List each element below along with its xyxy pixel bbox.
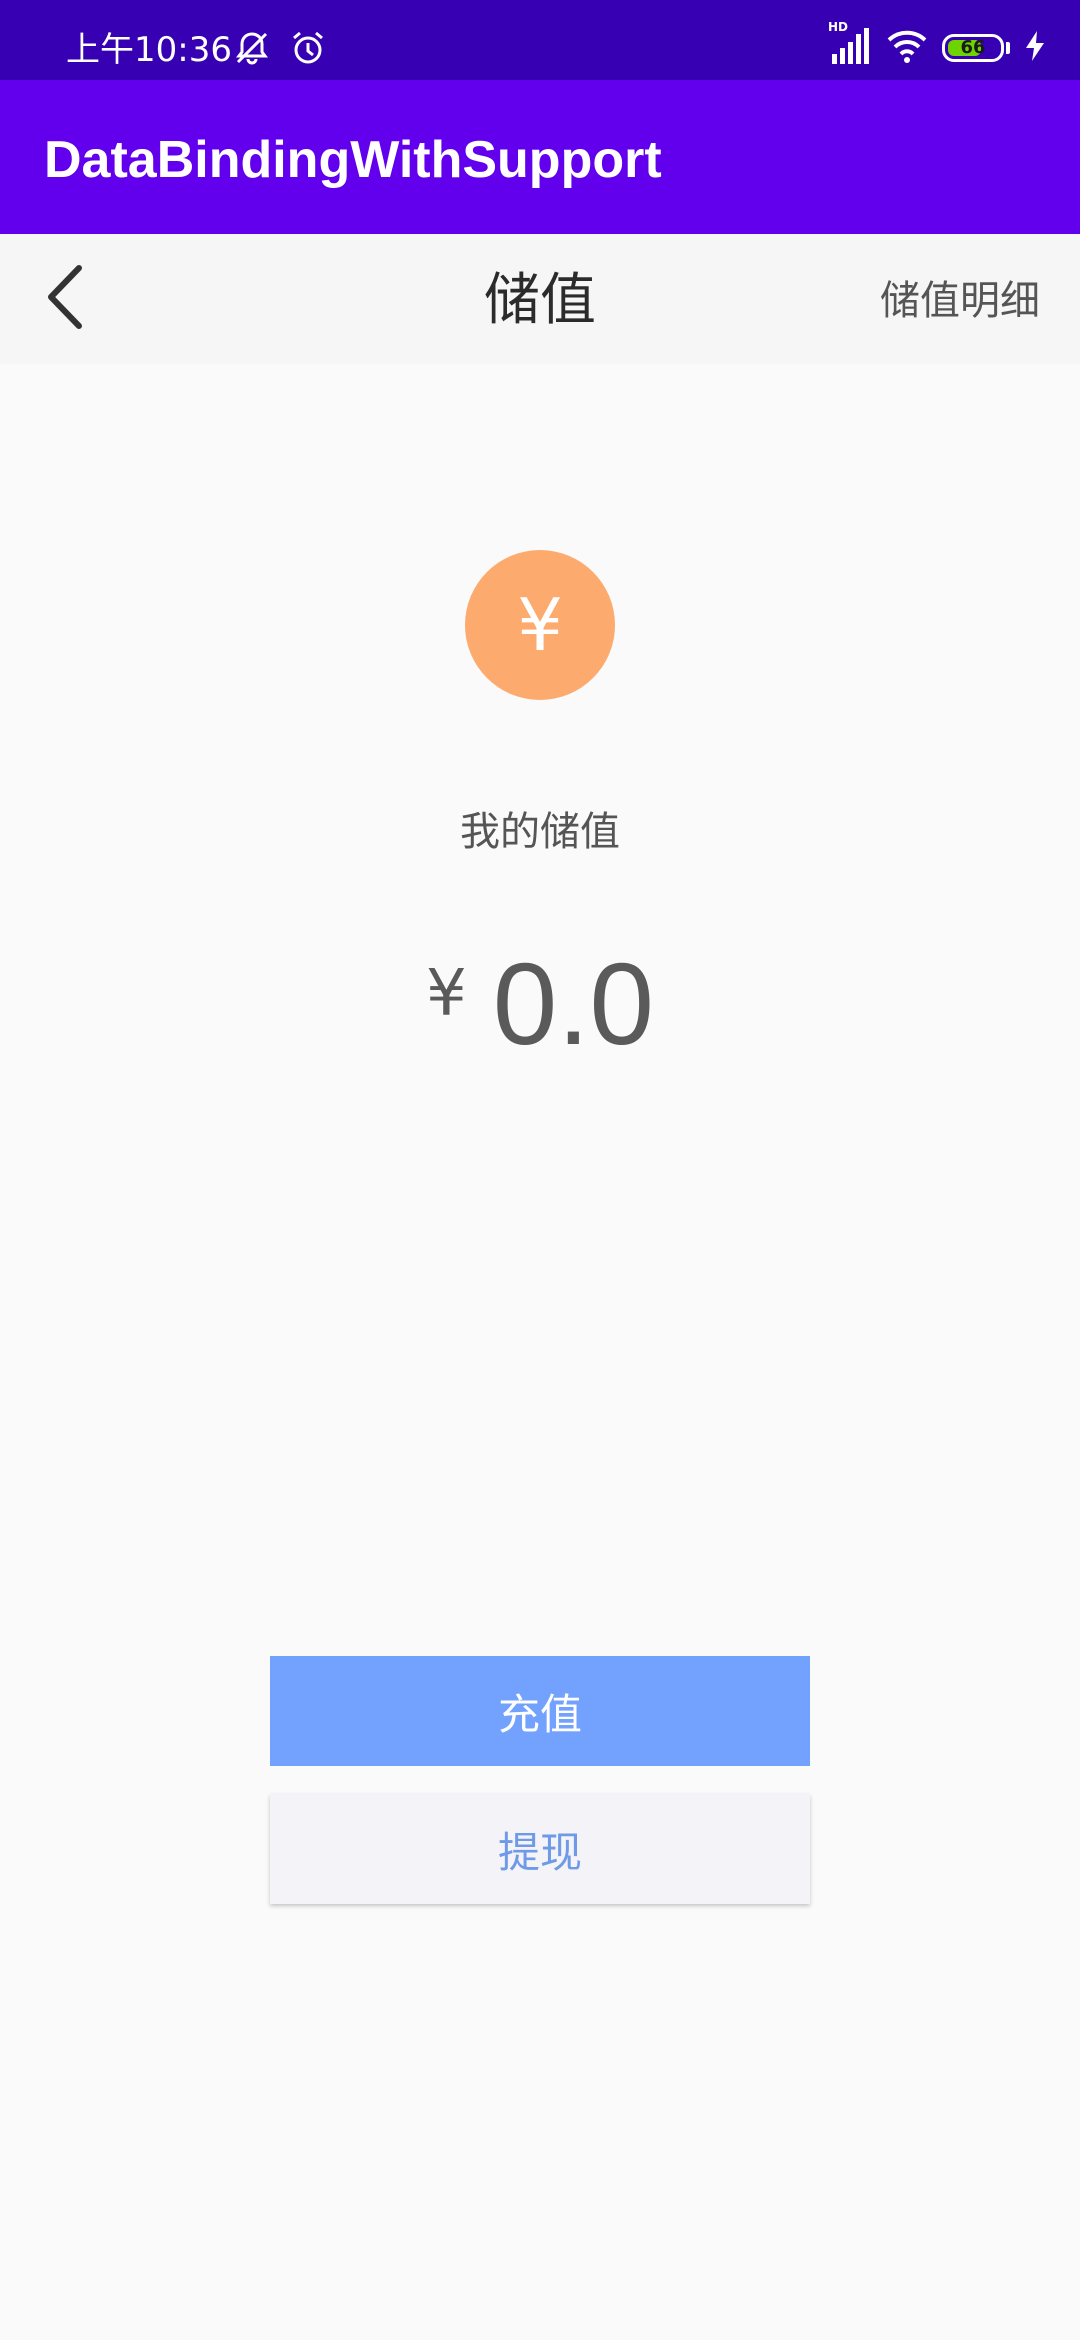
status-time: 上午10:36	[66, 30, 232, 70]
recharge-button-label: 充值	[497, 1689, 582, 1739]
storage-detail-link[interactable]: 储值明细	[880, 234, 1040, 364]
network-badge: HD	[828, 20, 849, 34]
balance-amount: 0.0	[492, 939, 654, 1069]
alarm-icon	[288, 28, 328, 72]
status-left-icons	[232, 28, 328, 72]
charging-icon	[1024, 30, 1046, 66]
nav-bar: 储值 储值明细	[0, 234, 1080, 364]
withdraw-button[interactable]: 提现	[270, 1794, 810, 1904]
currency-symbol: ¥	[426, 957, 467, 1031]
yuan-coin-icon: ¥	[465, 550, 615, 700]
battery-icon: 66	[942, 34, 1004, 62]
status-right-icons: HD 66	[828, 20, 1046, 70]
screen: 上午10:36 HD 66 DataBindingWithSupport 储值 …	[0, 0, 1080, 2340]
wifi-icon	[886, 28, 928, 68]
coin-symbol: ¥	[517, 583, 563, 667]
chevron-left-icon	[43, 264, 87, 334]
page-title: 储值	[484, 268, 596, 333]
balance-amount-row: ¥ 0.0	[0, 940, 1080, 1080]
withdraw-button-label: 提现	[497, 1827, 582, 1877]
app-bar: DataBindingWithSupport	[0, 80, 1080, 234]
recharge-button[interactable]: 充值	[270, 1656, 810, 1766]
battery-cap	[1006, 42, 1010, 54]
status-bar: 上午10:36 HD 66	[0, 0, 1080, 80]
signal-icon: HD	[828, 20, 872, 70]
balance-label: 我的储值	[460, 809, 620, 855]
bell-muted-icon	[232, 28, 272, 72]
battery-level: 66	[960, 37, 986, 58]
back-button[interactable]	[30, 264, 100, 334]
app-title: DataBindingWithSupport	[44, 131, 662, 189]
